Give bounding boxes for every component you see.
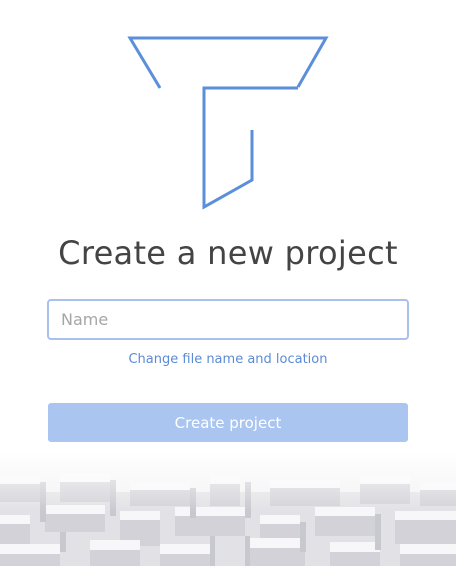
- change-file-location-link[interactable]: Change file name and location: [0, 352, 456, 367]
- app-logo-icon: [127, 36, 329, 210]
- create-project-button[interactable]: Create project: [48, 403, 408, 442]
- new-project-page: Create a new project Change file name an…: [0, 0, 456, 566]
- page-title: Create a new project: [58, 234, 398, 272]
- maze-illustration: [0, 452, 456, 566]
- project-name-input[interactable]: [47, 299, 409, 340]
